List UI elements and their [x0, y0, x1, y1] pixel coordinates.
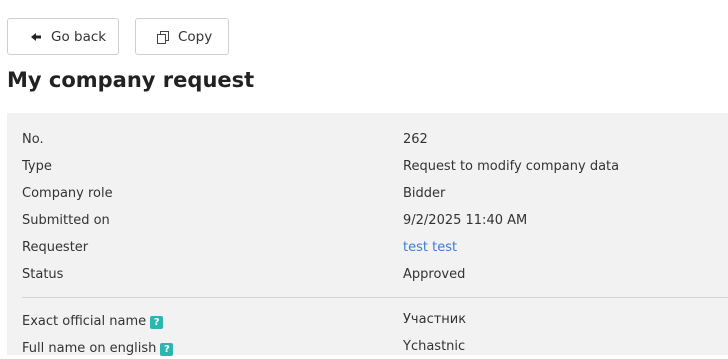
detail-row-company-role: Company role Bidder	[22, 184, 728, 204]
field-label-text: Full name on english	[22, 341, 157, 356]
detail-label: Submitted on	[22, 213, 110, 228]
detail-label: Type	[22, 159, 52, 174]
field-value: Участник	[403, 312, 467, 327]
request-details-panel: No. 262 Type Request to modify company d…	[7, 113, 728, 356]
detail-row-type: Type Request to modify company data	[22, 157, 728, 177]
detail-label: No.	[22, 132, 44, 147]
field-label: Full name on english ?	[22, 339, 174, 359]
requester-link[interactable]: test test	[403, 238, 457, 258]
detail-label: Status	[22, 267, 64, 282]
detail-row-requester: Requester test test	[22, 238, 728, 258]
field-row-exact-official-name: Exact official name ? Участник	[22, 312, 728, 332]
copy-button[interactable]: Copy	[135, 18, 229, 55]
detail-label: Company role	[22, 186, 113, 201]
detail-value: Bidder	[403, 186, 446, 201]
detail-label: Requester	[22, 240, 89, 255]
copy-label: Copy	[178, 28, 213, 45]
status-value: Approved	[403, 267, 466, 282]
field-label-text: Exact official name	[22, 314, 147, 329]
detail-value: Request to modify company data	[403, 159, 620, 174]
toolbar: Go back Copy	[7, 18, 229, 55]
help-icon[interactable]: ?	[160, 342, 174, 356]
field-value: Ychastnic	[403, 339, 466, 354]
go-back-button[interactable]: Go back	[7, 18, 119, 55]
detail-row-status: Status Approved	[22, 265, 728, 285]
help-icon[interactable]: ?	[150, 315, 164, 329]
detail-row-number: No. 262	[22, 130, 728, 150]
copy-icon	[157, 30, 169, 44]
section-divider	[22, 297, 728, 298]
detail-row-submitted-on: Submitted on 9/2/2025 11:40 AM	[22, 211, 728, 231]
arrow-left-icon	[30, 31, 42, 43]
field-label: Exact official name ?	[22, 312, 164, 332]
page-title: My company request	[7, 68, 255, 92]
field-row-full-name-english: Full name on english ? Ychastnic	[22, 339, 728, 359]
detail-value: 262	[403, 132, 428, 147]
go-back-label: Go back	[51, 28, 107, 45]
detail-value: 9/2/2025 11:40 AM	[403, 213, 528, 228]
